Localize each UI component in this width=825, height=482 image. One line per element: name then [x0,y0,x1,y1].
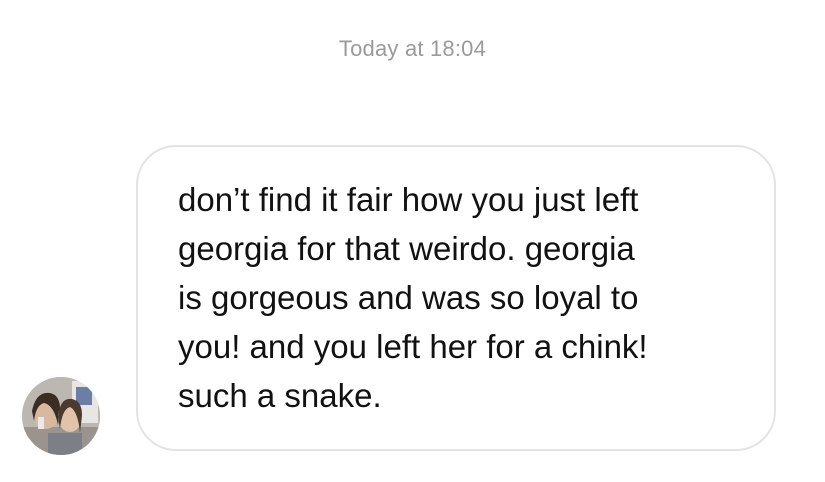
avatar-photo-icon [22,377,100,455]
chat-screen: Today at 18:04 don’t find it fair how yo… [0,0,825,482]
sender-avatar[interactable] [22,377,100,455]
message-text: don’t find it fair how you just left geo… [178,181,648,414]
incoming-message-row: don’t find it fair how you just left geo… [0,0,825,482]
message-bubble[interactable]: don’t find it fair how you just left geo… [136,145,776,451]
